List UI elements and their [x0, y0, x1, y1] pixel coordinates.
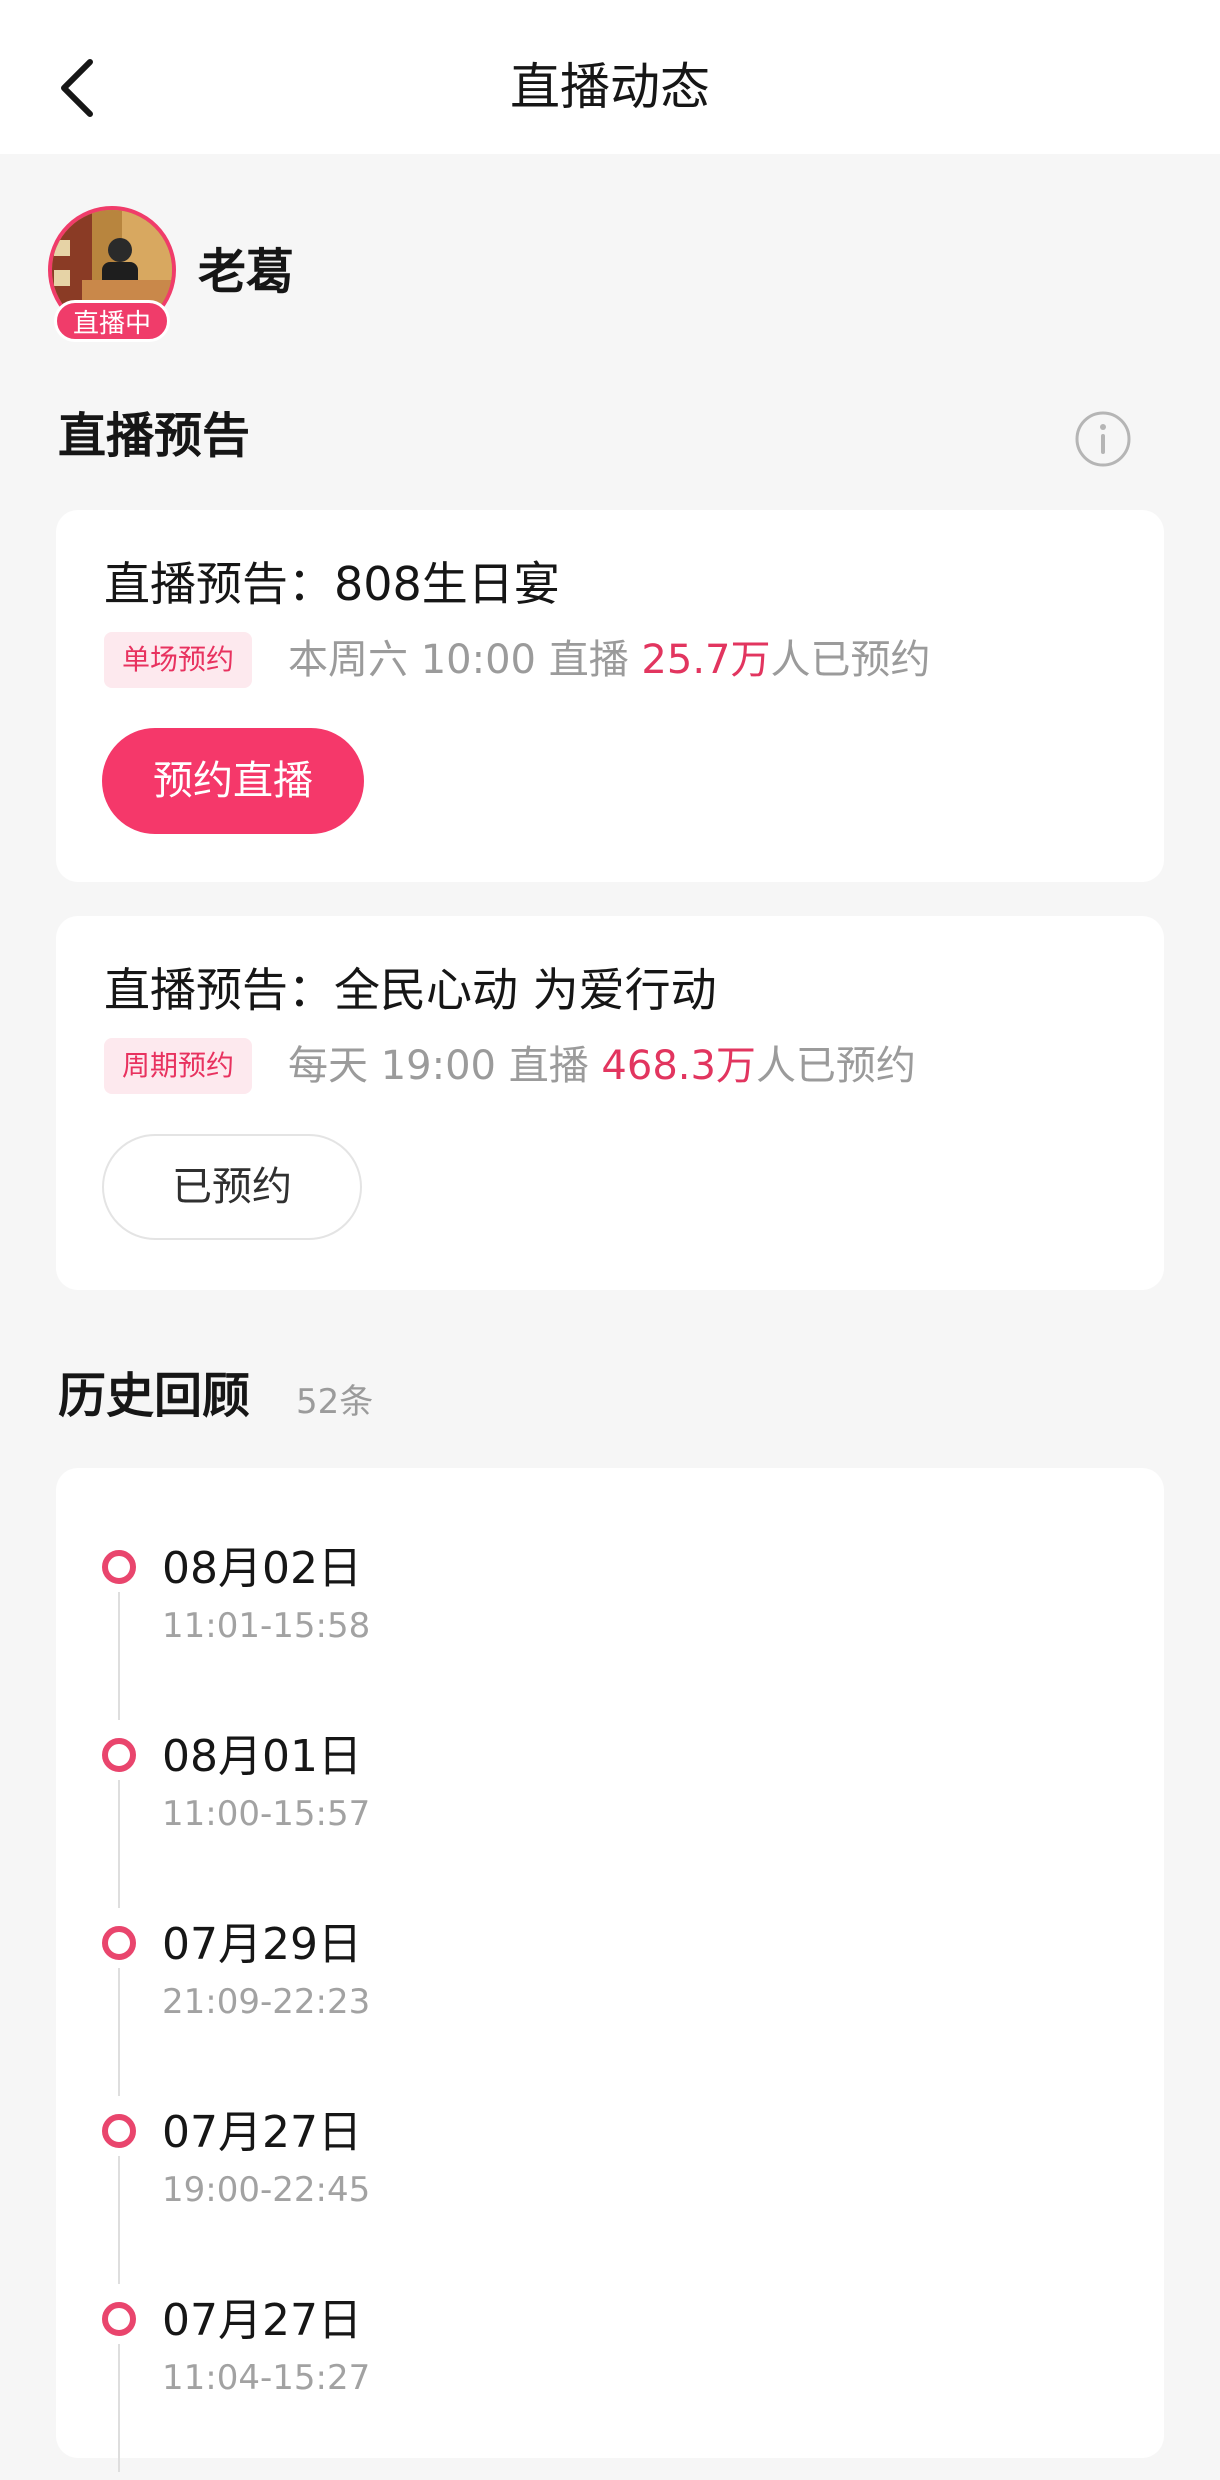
history-item[interactable]: 08月01日 11:00-15:57	[56, 1728, 1164, 1916]
reservation-count-suffix: 人已预约	[770, 637, 931, 683]
preview-schedule: 每天 19:00 直播	[288, 1043, 589, 1089]
history-time: 21:09-22:23	[162, 1982, 371, 2022]
reservation-count-suffix: 人已预约	[755, 1043, 916, 1089]
timeline-dot-icon	[102, 1926, 136, 1960]
preview-title: 直播预告：全民心动 为爱行动	[104, 963, 717, 1017]
timeline-dot-icon	[102, 1550, 136, 1584]
live-preview-card: 直播预告：全民心动 为爱行动 周期预约 每天 19:00 直播 468.3万人已…	[56, 916, 1164, 1290]
history-time: 11:04-15:27	[162, 2358, 371, 2398]
book-live-button[interactable]: 预约直播	[102, 728, 364, 834]
history-count: 52条	[296, 1382, 374, 1422]
preview-schedule: 本周六 10:00 直播	[288, 637, 629, 683]
history-section-title: 历史回顾	[58, 1368, 251, 1424]
preview-meta: 每天 19:00 直播 468.3万人已预约	[288, 1038, 916, 1094]
history-item[interactable]: 08月02日 11:01-15:58	[56, 1540, 1164, 1728]
history-date: 08月02日	[162, 1543, 362, 1594]
history-date: 07月29日	[162, 1919, 362, 1970]
preview-section-title: 直播预告	[58, 408, 251, 464]
timeline-line	[118, 2344, 120, 2472]
history-date: 08月01日	[162, 1731, 362, 1782]
timeline-dot-icon	[102, 2114, 136, 2148]
timeline-line	[118, 1780, 120, 1908]
streamer-name[interactable]: 老葛	[198, 242, 294, 302]
timeline-dot-icon	[102, 1738, 136, 1772]
timeline-dot-icon	[102, 2302, 136, 2336]
live-preview-card: 直播预告：808生日宴 单场预约 本周六 10:00 直播 25.7万人已预约 …	[56, 510, 1164, 882]
timeline-line	[118, 2156, 120, 2284]
history-item[interactable]: 07月27日 19:00-22:45	[56, 2104, 1164, 2292]
preview-title: 直播预告：808生日宴	[104, 557, 560, 611]
streamer-profile[interactable]: 直播中 老葛	[48, 206, 648, 346]
history-time: 19:00-22:45	[162, 2170, 371, 2210]
page-title: 直播动态	[510, 58, 710, 116]
history-time: 11:01-15:58	[162, 1606, 371, 1646]
booked-button[interactable]: 已预约	[102, 1134, 362, 1240]
timeline-line	[118, 1968, 120, 2096]
reservation-count: 468.3万	[601, 1043, 756, 1089]
live-status-badge: 直播中	[54, 300, 170, 342]
history-item[interactable]: 07月27日 11:04-15:27	[56, 2292, 1164, 2480]
history-card: 08月02日 11:01-15:58 08月01日 11:00-15:57 07…	[56, 1468, 1164, 2472]
history-date: 07月27日	[162, 2295, 362, 2346]
booking-type-tag: 单场预约	[104, 632, 253, 688]
preview-meta: 本周六 10:00 直播 25.7万人已预约	[288, 632, 930, 688]
history-date: 07月27日	[162, 2107, 362, 2158]
history-item[interactable]: 07月29日 21:09-22:23	[56, 1916, 1164, 2104]
history-time: 11:00-15:57	[162, 1794, 371, 1834]
booking-type-tag: 周期预约	[104, 1038, 253, 1094]
top-nav-bar: 直播动态	[0, 0, 1220, 154]
info-icon[interactable]	[1074, 410, 1132, 468]
reservation-count: 25.7万	[641, 637, 771, 683]
timeline-line	[118, 1592, 120, 1720]
